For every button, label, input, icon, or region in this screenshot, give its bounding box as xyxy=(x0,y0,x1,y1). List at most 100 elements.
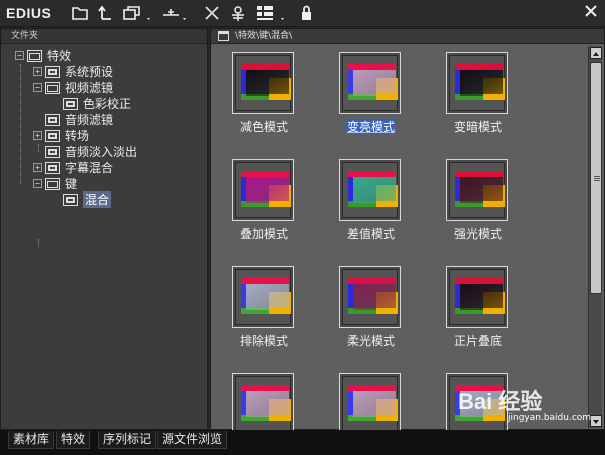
folder-icon xyxy=(45,145,60,158)
effect-item[interactable]: 变亮模式 xyxy=(318,47,424,147)
folder-icon xyxy=(45,81,60,94)
up-folder-icon[interactable] xyxy=(96,3,116,23)
folder-icon xyxy=(45,65,60,78)
tree-item-label: 特效 xyxy=(47,48,72,63)
folder-icon xyxy=(63,193,78,206)
effect-caption: 差值模式 xyxy=(318,225,424,242)
delete-icon[interactable] xyxy=(202,3,222,23)
tree-item-label: 键 xyxy=(65,176,78,191)
collapse-icon[interactable]: − xyxy=(15,50,24,60)
effect-thumbnail[interactable] xyxy=(446,159,508,221)
effect-caption: 叠加模式 xyxy=(211,225,317,242)
tree-item[interactable]: − 特效 xyxy=(15,47,71,63)
tree-item[interactable]: 色彩校正 xyxy=(51,95,131,111)
collapse-icon[interactable]: − xyxy=(33,82,42,92)
effect-thumbnail[interactable] xyxy=(339,373,401,430)
tree-item-label: 转场 xyxy=(65,128,90,143)
effect-thumbnail[interactable] xyxy=(446,52,508,114)
app-title: EDIUS xyxy=(6,5,52,21)
tree-item-label: 视频滤镜 xyxy=(65,80,114,95)
path-text: \特效\键\混合\ xyxy=(235,31,293,41)
effect-item[interactable]: 正片叠底 xyxy=(425,261,531,361)
bottom-tabs: 素材库 特效 序列标记 源文件浏览 xyxy=(0,430,605,455)
effect-item[interactable]: 排除模式 xyxy=(211,261,317,361)
expand-icon[interactable]: + xyxy=(33,130,42,140)
expand-icon[interactable]: + xyxy=(33,66,42,76)
close-icon[interactable] xyxy=(583,3,599,19)
scroll-up-button[interactable] xyxy=(590,47,602,59)
tree-item[interactable]: 音频淡入淡出 xyxy=(33,143,137,159)
tab-sequence-markers[interactable]: 序列标记 xyxy=(98,431,157,449)
effect-thumbnail[interactable] xyxy=(232,373,294,430)
folder-icon xyxy=(45,161,60,174)
effect-label: 强光模式 xyxy=(453,227,502,241)
effect-thumbnail[interactable] xyxy=(446,266,508,328)
view-dropdown-icon[interactable] xyxy=(254,3,288,23)
effect-item[interactable]: 差值模式 xyxy=(318,154,424,254)
folder-panel: 文件夹 − 特效 + 系统预设 − 视频滤镜 色彩校正 音频滤镜 + 转场 音频淡入淡出 + 字幕混合 −… xyxy=(0,28,208,430)
effect-caption: 变暗模式 xyxy=(425,118,531,135)
effect-thumbnail[interactable] xyxy=(232,266,294,328)
effect-thumbnail[interactable] xyxy=(339,266,401,328)
effect-item[interactable]: 变暗模式 xyxy=(425,47,531,147)
effect-label: 正片叠底 xyxy=(453,334,502,348)
effect-label: 排除模式 xyxy=(239,334,288,348)
effects-grid: 减色模式 变亮模式 变暗模式叠加模式 差值模式 强光模式排除模式 柔光模式 正片叠底 xyxy=(211,45,583,430)
effect-thumbnail[interactable] xyxy=(339,52,401,114)
watermark-logo: Bai 经验 xyxy=(458,389,543,414)
lock-icon[interactable] xyxy=(297,3,317,23)
effects-panel: \特效\键\混合\ 减色模式 变亮模式 变暗模式叠加模式 差值模式 强光模式排除模式 柔光… xyxy=(210,28,605,430)
tree-item[interactable]: + 字幕混合 xyxy=(33,159,113,175)
path-bar: \特效\键\混合\ xyxy=(211,29,604,44)
tree-item[interactable]: 音频滤镜 xyxy=(33,111,113,127)
tree-item[interactable]: 混合 xyxy=(51,190,112,208)
effect-caption: 强光模式 xyxy=(425,225,531,242)
folder-icon xyxy=(63,97,78,110)
collapse-icon[interactable]: − xyxy=(33,178,42,188)
scroll-thumb[interactable] xyxy=(590,62,602,294)
tree-item-label: 音频淡入淡出 xyxy=(65,144,138,159)
effect-caption: 排除模式 xyxy=(211,332,317,349)
effect-thumbnail[interactable] xyxy=(339,159,401,221)
tree-item[interactable]: − 键 xyxy=(33,175,77,191)
tree-item-label: 音频滤镜 xyxy=(65,112,114,127)
effect-caption: 柔光模式 xyxy=(318,332,424,349)
tree-item-label: 字幕混合 xyxy=(65,160,114,175)
effect-item[interactable]: 减色模式 xyxy=(211,47,317,147)
tree-item[interactable]: + 系统预设 xyxy=(33,63,113,79)
effect-item[interactable]: 叠加模式 xyxy=(211,154,317,254)
copy-dropdown-icon[interactable] xyxy=(120,3,154,23)
layout-dropdown-icon[interactable] xyxy=(160,3,190,23)
tab-effects[interactable]: 特效 xyxy=(56,431,91,449)
folder-icon xyxy=(45,129,60,142)
watermark-url: jingyan.baidu.com xyxy=(508,413,592,423)
tab-bin[interactable]: 素材库 xyxy=(8,431,55,449)
effect-label: 柔光模式 xyxy=(346,334,395,348)
tree-item[interactable]: − 视频滤镜 xyxy=(33,79,113,95)
effect-item[interactable] xyxy=(211,368,317,430)
tree-item[interactable]: + 转场 xyxy=(33,127,89,143)
tree-item-label: 色彩校正 xyxy=(83,96,132,111)
vertical-scrollbar[interactable] xyxy=(588,46,602,428)
effect-thumbnail[interactable] xyxy=(232,159,294,221)
expand-icon[interactable]: + xyxy=(33,162,42,172)
effect-label: 变暗模式 xyxy=(453,120,502,134)
watermark: Bai 经验 jingyan.baidu.com xyxy=(458,384,598,430)
effect-item[interactable]: 柔光模式 xyxy=(318,261,424,361)
tree-item-label: 混合 xyxy=(83,190,112,208)
effect-label: 差值模式 xyxy=(346,227,395,241)
tab-source-browser[interactable]: 源文件浏览 xyxy=(157,431,228,449)
folder-icon xyxy=(45,113,60,126)
toolbar: EDIUS xyxy=(0,0,605,27)
effect-caption: 变亮模式 xyxy=(318,118,424,135)
effect-thumbnail[interactable] xyxy=(232,52,294,114)
properties-icon[interactable] xyxy=(228,3,248,23)
effect-label: 减色模式 xyxy=(239,120,288,134)
folder-icon xyxy=(27,49,42,62)
effect-item[interactable]: 强光模式 xyxy=(425,154,531,254)
folder-panel-header: 文件夹 xyxy=(1,29,207,44)
new-folder-icon[interactable] xyxy=(70,3,90,23)
effect-item[interactable] xyxy=(318,368,424,430)
